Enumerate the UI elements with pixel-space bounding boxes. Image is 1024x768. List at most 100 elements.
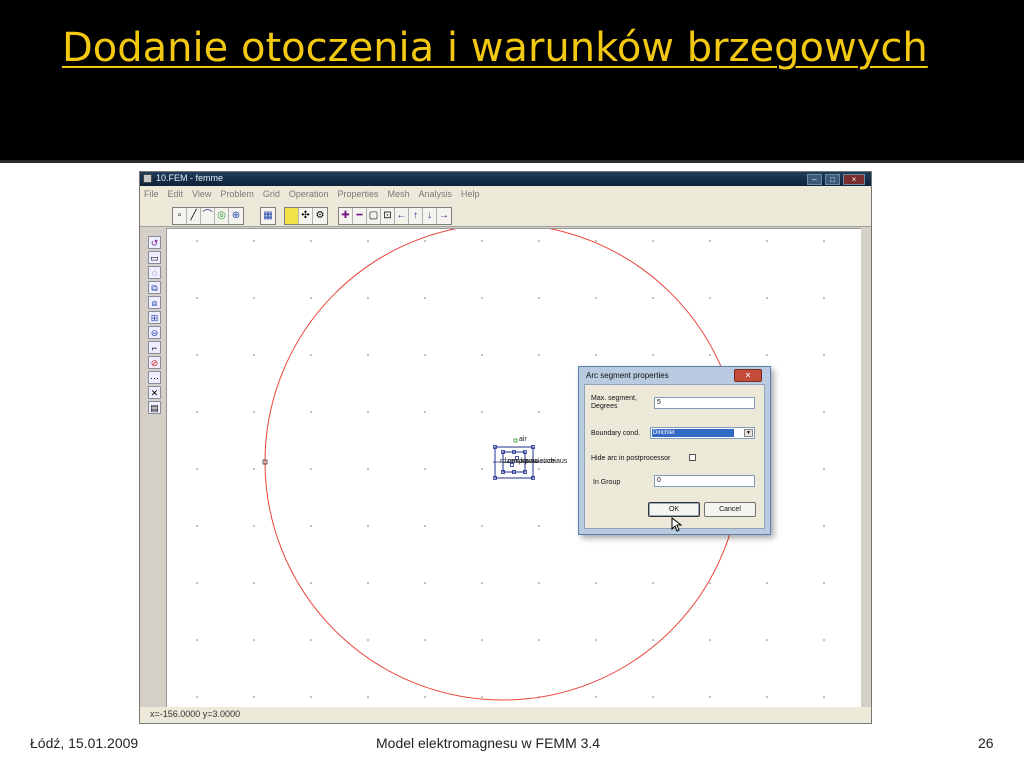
- grid-dot: [538, 639, 540, 641]
- scale-icon[interactable]: ⊞: [148, 311, 161, 324]
- menu-mesh[interactable]: Mesh: [387, 189, 409, 199]
- boundary-cond-label: Boundary cond.: [591, 430, 641, 437]
- arc-segment-properties-dialog: Arc segment properties ✕ Max. segment, D…: [578, 366, 771, 535]
- grid-dot: [367, 696, 369, 698]
- zoom-out-icon[interactable]: ━: [353, 208, 367, 224]
- hide-arc-checkbox[interactable]: [689, 454, 696, 461]
- arc-mode-icon[interactable]: ⌒: [201, 208, 215, 224]
- minimize-button[interactable]: –: [807, 174, 822, 185]
- grid-dot: [196, 297, 198, 299]
- toolbar-nav-group: ✚ ━ ▢ ⊡ ← ↑ ↓ →: [338, 207, 452, 225]
- menu-view[interactable]: View: [192, 189, 211, 199]
- grid-dot: [310, 696, 312, 698]
- boundary-cond-select[interactable]: Dirichlet ▼: [650, 427, 755, 439]
- grid-dot: [766, 639, 768, 641]
- grid-dot: [823, 525, 825, 527]
- grid-dot: [367, 525, 369, 527]
- grid-dot: [310, 411, 312, 413]
- grid-dot: [367, 582, 369, 584]
- grid-dot: [481, 639, 483, 641]
- grid-dot: [196, 582, 198, 584]
- snap-grid-icon[interactable]: ✕: [148, 386, 161, 399]
- analyze-icon[interactable]: ⚙: [313, 208, 327, 224]
- boundary-cond-value: Dirichlet: [652, 429, 734, 437]
- segment-mode-icon[interactable]: ╱: [187, 208, 201, 224]
- menu-file[interactable]: File: [144, 189, 159, 199]
- menu-analysis[interactable]: Analysis: [419, 189, 453, 199]
- grid-dot: [823, 354, 825, 356]
- dialog-close-button[interactable]: ✕: [734, 369, 762, 382]
- menu-problem[interactable]: Problem: [220, 189, 254, 199]
- grid-dot: [652, 639, 654, 641]
- menu-help[interactable]: Help: [461, 189, 480, 199]
- chevron-down-icon[interactable]: ▼: [744, 429, 753, 437]
- grid-dot: [823, 411, 825, 413]
- grid-dot: [253, 240, 255, 242]
- grid-dot: [424, 354, 426, 356]
- grid-dot: [424, 297, 426, 299]
- max-segment-input[interactable]: 5: [654, 397, 755, 409]
- node-mode-icon[interactable]: ▫: [173, 208, 187, 224]
- mouse-cursor-icon: [671, 517, 683, 532]
- in-group-input[interactable]: 0: [654, 475, 755, 487]
- grid-dot: [424, 468, 426, 470]
- grid-dot: [253, 582, 255, 584]
- close-window-button[interactable]: ×: [843, 174, 865, 185]
- grid-size-icon[interactable]: ▤: [148, 401, 161, 414]
- toolbar: ▫ ╱ ⌒ ◎ ⊕ ▦ ✣ ⚙ ✚ ━ ▢ ⊡ ← ↑ ↓ →: [140, 202, 871, 227]
- hide-arc-label: Hide arc in postprocessor: [591, 455, 671, 462]
- ok-button[interactable]: OK: [648, 502, 700, 517]
- grid-dot: [823, 582, 825, 584]
- select-circle-icon[interactable]: ◌: [148, 266, 161, 279]
- menu-properties[interactable]: Properties: [337, 189, 378, 199]
- grid-dot: [709, 582, 711, 584]
- delete-icon[interactable]: ⊘: [148, 356, 161, 369]
- grid-dot: [310, 297, 312, 299]
- window-titlebar: 10.FEM - femme – □ ×: [140, 172, 871, 186]
- pan-right-icon[interactable]: →: [437, 208, 451, 224]
- grid-dot: [595, 297, 597, 299]
- pan-down-icon[interactable]: ↓: [423, 208, 437, 224]
- block-label-marker: [513, 438, 518, 443]
- grid-dot: [595, 639, 597, 641]
- grid-dot: [709, 354, 711, 356]
- yellow-mesh-icon[interactable]: [285, 208, 299, 224]
- mirror-icon[interactable]: ⊖: [148, 326, 161, 339]
- grid-dot: [538, 582, 540, 584]
- menu-edit[interactable]: Edit: [168, 189, 184, 199]
- undo-icon[interactable]: ↺: [148, 236, 161, 249]
- select-rect-icon[interactable]: ▭: [148, 251, 161, 264]
- dialog-title: Arc segment properties: [586, 371, 669, 380]
- menu-grid[interactable]: Grid: [263, 189, 280, 199]
- grid-dot: [424, 411, 426, 413]
- window-controls: – □ ×: [807, 174, 865, 185]
- zoom-natural-icon[interactable]: ⊡: [381, 208, 395, 224]
- fillet-icon[interactable]: ⌐: [148, 341, 161, 354]
- pan-left-icon[interactable]: ←: [395, 208, 409, 224]
- grid-show-icon[interactable]: ⋯: [148, 371, 161, 384]
- grid-dot: [766, 354, 768, 356]
- grid-dot: [424, 639, 426, 641]
- menu-operation[interactable]: Operation: [289, 189, 329, 199]
- max-segment-label: Max. segment, Degrees: [591, 395, 637, 410]
- table-icon[interactable]: ▦: [261, 208, 275, 224]
- grid-dot: [823, 240, 825, 242]
- pan-up-icon[interactable]: ↑: [409, 208, 423, 224]
- block-label-icon[interactable]: ◎: [215, 208, 229, 224]
- grid-dot: [310, 582, 312, 584]
- maximize-button[interactable]: □: [825, 174, 840, 185]
- zoom-in-icon[interactable]: ✚: [339, 208, 353, 224]
- in-group-label: In Group: [593, 479, 621, 486]
- mesh-icon[interactable]: ✣: [299, 208, 313, 224]
- copy-icon[interactable]: ⧉: [148, 281, 161, 294]
- grid-dot: [310, 354, 312, 356]
- zoom-window-icon[interactable]: ▢: [367, 208, 381, 224]
- move-icon[interactable]: ⧈: [148, 296, 161, 309]
- grid-dot: [196, 354, 198, 356]
- grid-dot: [424, 240, 426, 242]
- page-number: 26: [978, 735, 994, 751]
- status-bar: x=-156.0000 y=3.0000: [140, 707, 871, 723]
- group-mode-icon[interactable]: ⊕: [229, 208, 243, 224]
- cancel-button[interactable]: Cancel: [704, 502, 756, 517]
- grid-dot: [253, 411, 255, 413]
